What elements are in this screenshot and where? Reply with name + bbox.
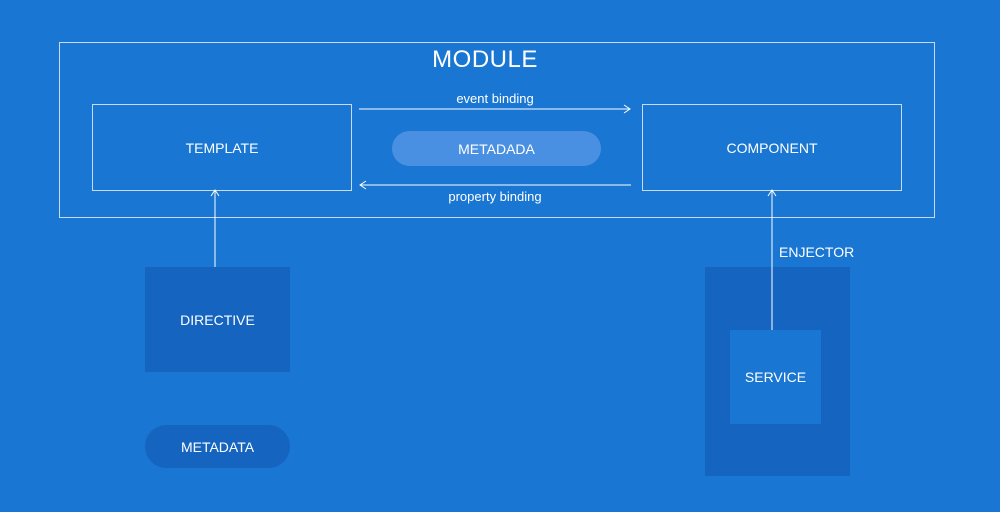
property-binding-arrow <box>359 180 631 190</box>
connector-lines <box>210 104 777 330</box>
directive-to-template-arrow <box>210 189 220 267</box>
event-binding-arrow <box>359 104 631 114</box>
service-to-component-arrow <box>767 189 777 330</box>
